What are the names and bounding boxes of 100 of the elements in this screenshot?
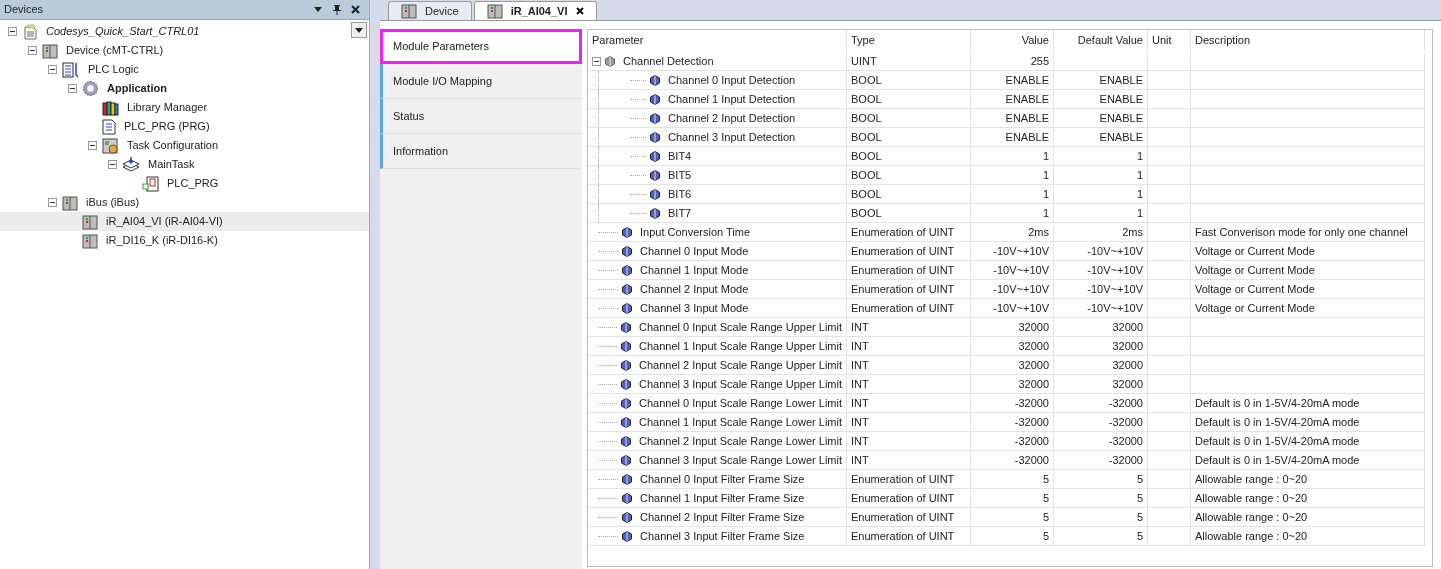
table-cell: BOOL — [847, 185, 971, 204]
collapse-icon[interactable] — [47, 65, 57, 74]
table-cell: BOOL — [847, 128, 971, 147]
tree-item[interactable]: iR_AI04_VI (iR-AI04-VI) — [0, 212, 369, 231]
table-cell: -10V~+10V — [1054, 280, 1148, 299]
collapse-icon[interactable] — [67, 84, 77, 93]
collapse-icon[interactable] — [87, 141, 97, 150]
parameter-icon — [621, 321, 631, 333]
tree-item[interactable]: Task Configuration — [0, 136, 369, 155]
tree-item[interactable]: Codesys_Quick_Start_CTRL01 — [0, 22, 369, 41]
value-cell[interactable]: 1 — [971, 166, 1054, 185]
column-header[interactable]: Parameter — [588, 30, 847, 50]
module-tab[interactable]: Module I/O Mapping — [380, 64, 582, 99]
value-cell[interactable]: ENABLE — [971, 109, 1054, 128]
table-cell: BOOL — [847, 204, 971, 223]
value-cell[interactable]: -10V~+10V — [971, 261, 1054, 280]
tree-item[interactable]: iBus (iBus) — [0, 193, 369, 212]
parameter-icon — [622, 264, 632, 276]
editor-tab[interactable]: Device — [388, 1, 472, 20]
value-cell[interactable]: -10V~+10V — [971, 242, 1054, 261]
table-cell: INT — [847, 432, 971, 451]
table-cell: Enumeration of UINT — [847, 223, 971, 242]
tree-item[interactable]: MainTask — [0, 155, 369, 174]
column-header[interactable]: Type — [847, 30, 971, 50]
tree-item[interactable]: PLC_PRG (PRG) — [0, 117, 369, 136]
collapse-icon[interactable] — [107, 160, 117, 169]
value-cell[interactable]: 2ms — [971, 223, 1054, 242]
value-cell[interactable]: 32000 — [971, 337, 1054, 356]
value-cell[interactable]: -10V~+10V — [971, 299, 1054, 318]
value-cell[interactable]: 1 — [971, 204, 1054, 223]
value-cell[interactable]: ENABLE — [971, 90, 1054, 109]
value-cell[interactable]: 32000 — [971, 375, 1054, 394]
table-cell: 5 — [1054, 508, 1148, 527]
collapse-icon[interactable] — [47, 198, 57, 207]
tree-item[interactable]: PLC_PRG — [0, 174, 369, 193]
table-cell: 1 — [1054, 147, 1148, 166]
table-cell: ENABLE — [1054, 109, 1148, 128]
table-cell — [1148, 375, 1191, 394]
table-cell: Default is 0 in 1-5V/4-20mA mode — [1191, 413, 1425, 432]
table-cell: 2ms — [1054, 223, 1148, 242]
parameter-name: Channel 1 Input Scale Range Upper Limit — [639, 338, 842, 354]
pin-icon[interactable] — [333, 4, 341, 15]
close-icon[interactable] — [575, 7, 584, 15]
parameter-name: Channel 2 Input Detection — [668, 110, 796, 126]
tree-item[interactable]: Application — [0, 79, 369, 98]
parameter-name: Channel 2 Input Mode — [640, 281, 749, 297]
value-cell[interactable]: 1 — [971, 147, 1054, 166]
value-cell[interactable]: 32000 — [971, 318, 1054, 337]
table-cell: Enumeration of UINT — [847, 280, 971, 299]
value-cell[interactable]: -32000 — [971, 413, 1054, 432]
table-cell: INT — [847, 451, 971, 470]
table-cell: ENABLE — [1054, 128, 1148, 147]
parameter-name: Channel 0 Input Scale Range Upper Limit — [639, 319, 842, 335]
books-icon — [102, 99, 119, 116]
column-header[interactable]: Default Value — [1054, 30, 1148, 50]
column-header[interactable]: Value — [971, 30, 1054, 50]
value-cell[interactable]: ENABLE — [971, 71, 1054, 90]
parameter-name: BIT4 — [668, 148, 692, 164]
value-cell[interactable]: 5 — [971, 527, 1054, 546]
table-cell: Enumeration of UINT — [847, 527, 971, 546]
value-cell[interactable]: 5 — [971, 508, 1054, 527]
table-cell — [1148, 470, 1191, 489]
value-cell[interactable]: -32000 — [971, 451, 1054, 470]
parameter-name: BIT7 — [668, 205, 692, 221]
parameter-name: Channel 3 Input Mode — [640, 300, 749, 316]
table-cell — [1148, 90, 1191, 109]
tree-dropdown-button[interactable] — [351, 22, 367, 38]
gear-icon — [82, 80, 99, 97]
tree-item[interactable]: Device (cMT-CTRL) — [0, 41, 369, 60]
value-cell[interactable]: 5 — [971, 470, 1054, 489]
collapse-icon[interactable] — [592, 56, 601, 66]
value-cell[interactable]: -10V~+10V — [971, 280, 1054, 299]
value-cell[interactable]: ENABLE — [971, 128, 1054, 147]
column-header[interactable]: Description — [1191, 30, 1425, 50]
tree-item[interactable]: Library Manager — [0, 98, 369, 117]
tree-item[interactable]: PLC Logic — [0, 60, 369, 79]
module-tab[interactable]: Status — [380, 99, 582, 134]
value-cell[interactable]: 32000 — [971, 356, 1054, 375]
value-cell[interactable]: -32000 — [971, 394, 1054, 413]
value-cell[interactable]: 255 — [971, 52, 1054, 71]
table-cell: -10V~+10V — [1054, 299, 1148, 318]
table-cell — [1148, 147, 1191, 166]
module-tab[interactable]: Information — [380, 134, 582, 169]
collapse-icon[interactable] — [27, 46, 37, 55]
table-cell: INT — [847, 375, 971, 394]
value-cell[interactable]: 1 — [971, 185, 1054, 204]
parameter-name: BIT6 — [668, 186, 692, 202]
dropdown-icon[interactable] — [313, 6, 323, 13]
parameter-name: Channel 3 Input Scale Range Upper Limit — [639, 376, 842, 392]
module-tab[interactable]: Module Parameters — [380, 29, 582, 64]
tree-item[interactable]: iR_DI16_K (iR-DI16-K) — [0, 231, 369, 250]
table-cell — [1148, 204, 1191, 223]
parameter-icon — [605, 55, 615, 67]
value-cell[interactable]: 5 — [971, 489, 1054, 508]
value-cell[interactable]: -32000 — [971, 432, 1054, 451]
parameter-name: Input Conversion Time — [640, 224, 751, 240]
collapse-icon[interactable] — [7, 27, 17, 36]
column-header[interactable]: Unit — [1148, 30, 1191, 50]
editor-tab[interactable]: iR_AI04_VI — [473, 1, 597, 20]
close-icon[interactable] — [351, 5, 360, 14]
